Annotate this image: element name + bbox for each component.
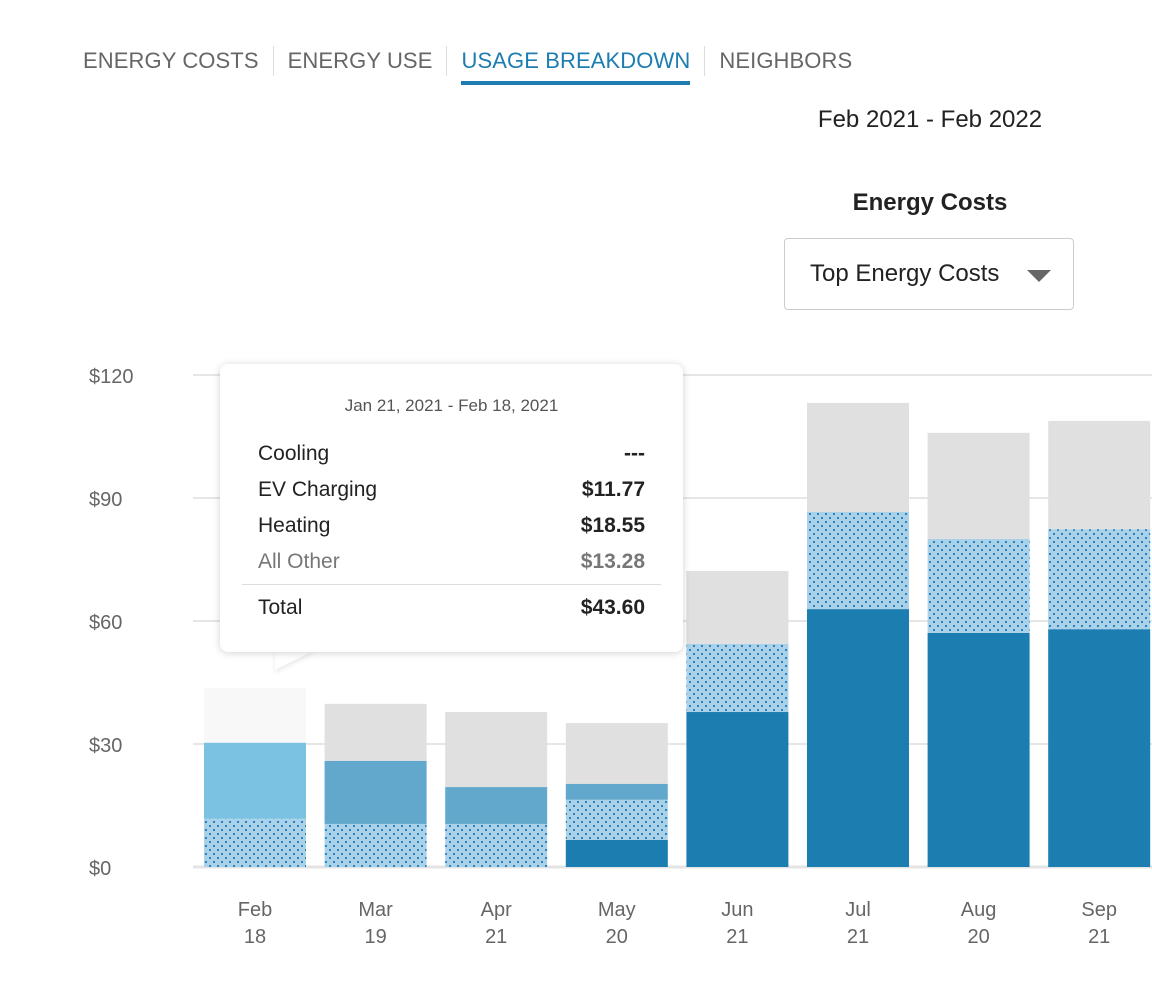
bar-segment-cooling [807,609,909,867]
tooltip-row-ev-charging: EV Charging $11.77 [258,478,645,502]
tab-energy-costs[interactable]: ENERGY COSTS [83,46,259,86]
bar-segment-heating [445,787,548,824]
tab-neighbors[interactable]: NEIGHBORS [719,46,852,86]
tooltip-value: $11.77 [581,478,645,501]
bar-segment-all-other [686,570,789,644]
x-tick-month: Feb [238,899,272,921]
x-tick-day: 21 [726,926,748,948]
tab-divider [704,46,706,76]
x-tick-month: Aug [961,899,997,921]
bar-segment-all-other [445,712,548,788]
tooltip-label: All Other [258,550,340,573]
y-tick-label: $0 [89,858,111,880]
dropdown-selected-value: Top Energy Costs [810,260,1000,287]
bar-segment-all-other [565,723,668,784]
cost-type-dropdown[interactable]: Top Energy Costs [784,238,1074,310]
bar-segment-ev-charging [686,643,789,713]
x-tick-day: 21 [847,926,869,948]
bar-may[interactable] [565,723,668,867]
bar-feb[interactable] [204,688,306,867]
bar-segment-all-other [927,432,1030,539]
tab-usage-breakdown[interactable]: USAGE BREAKDOWN [461,46,690,86]
y-tick-label: $120 [89,366,134,388]
x-tick-month: Jul [845,899,871,921]
bar-tooltip: Jan 21, 2021 - Feb 18, 2021 Cooling --- … [220,364,683,652]
tooltip-divider [242,584,661,585]
tooltip-total-value: $43.60 [580,596,645,619]
bar-jul[interactable] [807,402,909,867]
tooltip-row-heating: Heating $18.55 [258,514,645,538]
x-tick-month: Jun [721,899,753,921]
tooltip-value: $18.55 [580,514,645,537]
x-tick-month: Apr [481,899,512,921]
tooltip-row-cooling: Cooling --- [258,442,645,466]
x-tick-month: May [598,899,636,921]
bar-segment-ev-charging [445,823,548,867]
y-tick-label: $60 [89,612,122,634]
bar-apr[interactable] [445,712,548,867]
bar-segment-cooling [565,839,668,867]
tooltip-date-range: Jan 21, 2021 - Feb 18, 2021 [344,396,559,415]
x-tick-day: 20 [967,926,989,948]
chart-title: Energy Costs [852,189,1008,216]
bar-mar[interactable] [324,703,427,867]
bar-segment-ev-charging [204,818,306,867]
tab-divider [446,46,448,76]
bar-jun[interactable] [686,570,789,867]
bar-aug[interactable] [927,432,1030,867]
tab-divider [272,46,274,76]
x-tick-day: 20 [606,926,628,948]
tooltip-value: --- [624,442,645,465]
bar-segment-all-other [1048,420,1151,530]
tooltip-label: Heating [258,514,331,537]
tab-energy-use[interactable]: ENERGY USE [288,46,433,86]
bar-segment-ev-charging [927,539,1030,633]
x-tick-month: Mar [358,899,393,921]
tooltip-label: Cooling [258,442,330,465]
bar-segment-ev-charging [324,823,427,867]
x-tick-day: 19 [364,926,386,948]
bar-segment-heating [324,760,427,824]
x-tick-month: Sep [1081,899,1117,921]
bar-segment-cooling [1048,629,1151,867]
bar-segment-cooling [686,712,789,867]
tooltip-value: $13.28 [580,550,645,573]
tooltip-row-all-other: All Other $13.28 [258,550,645,574]
bar-segment-all-other [204,688,306,743]
tooltip-row-total: Total $43.60 [258,596,645,620]
tooltip-pointer [275,650,315,670]
x-tick-day: 18 [244,926,266,948]
x-tick-day: 21 [1088,926,1110,948]
bar-segment-ev-charging [1048,529,1151,630]
bar-segment-all-other [807,402,909,512]
y-tick-label: $90 [89,489,122,511]
tooltip-total-label: Total [258,596,303,619]
bar-sep[interactable] [1048,420,1151,867]
tooltip-label: EV Charging [258,478,378,501]
bar-segment-heating [565,783,668,800]
y-tick-label: $30 [89,735,122,757]
date-range: Feb 2021 - Feb 2022 [817,106,1043,133]
bar-segment-ev-charging [807,511,909,610]
bar-segment-ev-charging [565,799,668,840]
bar-segment-cooling [927,632,1030,867]
tab-bar: ENERGY COSTS ENERGY USE USAGE BREAKDOWN … [83,46,852,88]
x-tick-day: 21 [485,926,507,948]
caret-down-icon [1027,270,1051,282]
bar-segment-all-other [324,703,427,761]
bar-segment-heating [204,742,306,819]
